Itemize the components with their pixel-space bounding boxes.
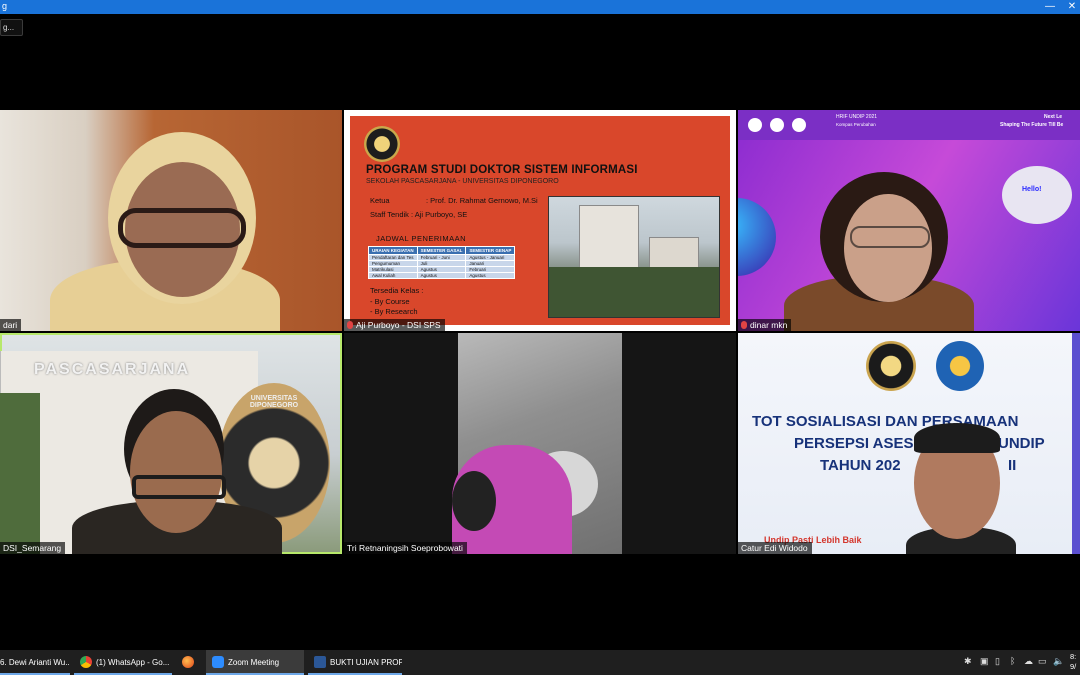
- background-text: Kompas Perubahan: [836, 122, 876, 127]
- video-tile-dinar-mkn[interactable]: HRIF UNDIP 2021 Kompas Perubahan Next Le…: [738, 110, 1080, 331]
- participant-name-tag: Aji Purboyo - DSI SPS: [344, 319, 445, 331]
- window-titlebar: g — ✕: [0, 0, 1080, 14]
- slide-ketua-label: Ketua: [370, 196, 390, 205]
- shared-slide: PROGRAM STUDI DOKTOR SISTEM INFORMASI SE…: [350, 116, 730, 325]
- taskbar-item-label: BUKTI UJIAN PROP...: [330, 658, 402, 667]
- participant-hair: [914, 423, 1000, 453]
- logo-icon: [748, 118, 762, 132]
- slide-class-item: - By Research: [370, 307, 418, 316]
- background-text: Shaping The Future Till Be: [1000, 122, 1064, 128]
- taskbar-item-whatsapp[interactable]: (1) WhatsApp - Go...: [74, 650, 172, 675]
- window-title: g: [2, 1, 8, 11]
- taskbar-item-word[interactable]: BUKTI UJIAN PROP...: [308, 650, 402, 675]
- word-icon: [314, 656, 326, 668]
- participant-name-tag: dinar mkn: [738, 319, 792, 331]
- usb-icon[interactable]: ▯: [995, 656, 1000, 667]
- chrome-icon: [80, 656, 92, 668]
- background-text: TAHUN 202: [820, 457, 901, 474]
- people-icon[interactable]: ✱: [964, 656, 972, 667]
- bluetooth-icon[interactable]: ᛒ: [1010, 656, 1015, 666]
- background-text: UNDIP: [998, 435, 1045, 452]
- seal-text: UNIVERSITAS DIPONEGORO: [249, 395, 299, 409]
- system-clock[interactable]: 8: 9/: [1070, 652, 1076, 672]
- table-row: Pendaftaran dan Tes Februari - Juni Agustu…: [368, 254, 516, 261]
- slide-staff: Staff Tendik : Aji Purboyo, SE: [370, 210, 468, 219]
- logo-icon: [770, 118, 784, 132]
- taskbar-item-firefox[interactable]: [176, 650, 202, 675]
- participant-name-tag: dari: [0, 319, 22, 331]
- undip-logo-icon: [866, 341, 916, 391]
- table-header: SEMESTER GASAL: [416, 246, 467, 255]
- participant-face: [130, 411, 222, 533]
- minimize-button[interactable]: —: [1040, 0, 1060, 13]
- mic-muted-icon: [347, 321, 353, 329]
- battery-icon[interactable]: ▭: [1038, 656, 1047, 667]
- close-button[interactable]: ✕: [1062, 0, 1080, 13]
- taskbar-item-document[interactable]: 6. Dewi Arianti Wu...: [0, 650, 70, 675]
- robot-icon: [1002, 166, 1072, 224]
- kemdikbud-logo-icon: [936, 341, 984, 391]
- view-toggle-button[interactable]: g...: [0, 19, 23, 36]
- video-tile-tri-retnaningsih[interactable]: Tri Retnaningsih Soeprobowati: [344, 333, 736, 554]
- clock-date: 9/: [1070, 662, 1077, 671]
- video-tile-catur-edi-widodo[interactable]: TOT SOSIALISASI DAN PERSAMAAN PERSEPSI A…: [738, 333, 1080, 554]
- video-tile-aji-purboyo[interactable]: PROGRAM STUDI DOKTOR SISTEM INFORMASI SE…: [344, 110, 736, 331]
- decor-sphere: [738, 198, 776, 276]
- slide-class-item: - By Course: [370, 297, 410, 306]
- onedrive-icon[interactable]: ☁: [1024, 656, 1033, 667]
- glasses-icon: [132, 475, 226, 499]
- taskbar-item-label: (1) WhatsApp - Go...: [96, 658, 170, 667]
- schedule-table: URAIAN KEGIATAN SEMESTER GASAL SEMESTER …: [368, 246, 516, 279]
- background-text: HRIF UNDIP 2021: [836, 114, 878, 120]
- zoom-icon: [212, 656, 224, 668]
- background-text: PERSEPSI ASES: [794, 435, 914, 452]
- taskbar-item-zoom[interactable]: Zoom Meeting: [206, 650, 304, 675]
- table-header: URAIAN KEGIATAN: [368, 246, 418, 255]
- video-tile-dari[interactable]: dari: [0, 110, 342, 331]
- slide-schedule-heading: JADWAL PENERIMAAN: [376, 234, 467, 243]
- glasses-icon: [118, 208, 246, 248]
- participant-name-tag: Catur Edi Widodo: [738, 542, 812, 554]
- firefox-icon: [182, 656, 194, 668]
- undip-logo-icon: [364, 126, 400, 162]
- clock-time: 8:: [1070, 652, 1077, 661]
- background-text: II: [1008, 457, 1017, 474]
- video-tile-dsi-semarang[interactable]: PASCASARJANA UNIVERSITAS DIPONEGORO DSI_…: [0, 333, 342, 554]
- slide-title: PROGRAM STUDI DOKTOR SISTEM INFORMASI: [366, 164, 638, 176]
- campus-photo: [548, 196, 720, 318]
- participant-name-tag: Tri Retnaningsih Soeprobowati: [344, 542, 467, 554]
- taskbar-item-label: Zoom Meeting: [228, 658, 280, 667]
- table-header: SEMESTER GENAP: [465, 246, 516, 255]
- participant-name-tag: DSI_Semarang: [0, 542, 66, 554]
- table-row: Awal Kuliah Agustus Agustus: [368, 272, 516, 279]
- building-sign: PASCASARJANA: [34, 361, 191, 378]
- windows-taskbar: 6. Dewi Arianti Wu... (1) WhatsApp - Go.…: [0, 650, 1080, 675]
- slide-ketua-value: : Prof. Dr. Rahmat Gernowo, M.Si: [426, 196, 538, 205]
- background-text: Next Le: [1044, 114, 1063, 120]
- video-feed: [452, 333, 622, 554]
- slide-subtitle: SEKOLAH PASCASARJANA - UNIVERSITAS DIPON…: [366, 178, 559, 185]
- taskbar-item-label: 6. Dewi Arianti Wu...: [0, 658, 70, 667]
- zoom-tray-icon[interactable]: ▣: [980, 656, 989, 667]
- participant-mask: [452, 471, 496, 531]
- slide-classes-heading: Tersedia Kelas :: [370, 286, 424, 295]
- mic-muted-icon: [741, 321, 747, 329]
- logo-icon: [792, 118, 806, 132]
- participant-face: [844, 194, 932, 302]
- speaker-icon[interactable]: 🔈: [1053, 656, 1064, 667]
- robot-text: Hello!: [1022, 186, 1042, 193]
- glasses-icon: [850, 226, 930, 248]
